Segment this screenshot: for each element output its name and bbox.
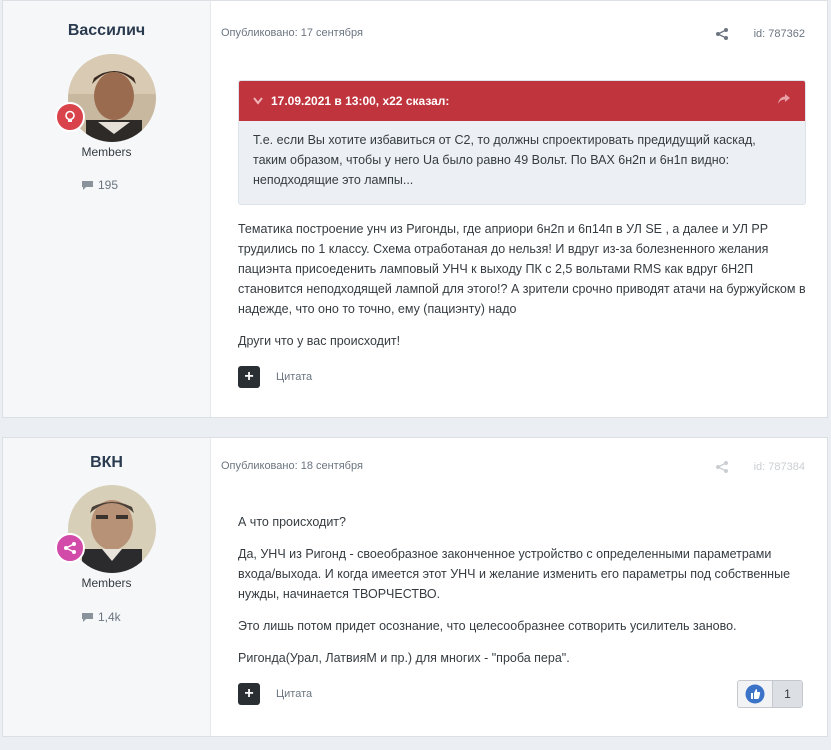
chevron-down-icon[interactable] [253,97,263,105]
comment-icon [82,612,93,622]
post-date[interactable]: Опубликовано: 18 сентября [221,460,363,472]
author-name[interactable]: Вассилич [3,22,210,40]
like-icon[interactable] [738,681,772,707]
post-paragraph: Это лишь потом придет осознание, что цел… [238,619,737,633]
reply-arrow-icon[interactable] [777,93,791,105]
post-count: 195 [81,178,118,192]
post-paragraph: Други что у вас происходит! [238,334,401,348]
forum-post: ВКН Members 1,4k Опубликовано: 18 сентяб… [2,437,828,737]
post-body: А что происходит? Да, УНЧ из Ригонд - св… [238,512,808,680]
quote-header[interactable]: 17.09.2021 в 13:00, x22 сказал: [239,81,805,121]
post-content: Опубликовано: 18 сентября id: 787384 А ч… [212,438,827,736]
lightbulb-icon [55,102,85,132]
post-date[interactable]: Опубликовано: 17 сентября [221,27,363,39]
comment-icon [82,180,93,190]
avatar[interactable] [68,485,156,573]
reaction-button[interactable]: 1 [737,680,803,708]
plus-icon[interactable]: + [238,683,260,705]
plus-icon[interactable]: + [238,366,260,388]
post-content: Опубликовано: 17 сентября id: 787362 17.… [212,1,827,417]
post-paragraph: А что происходит? [238,515,346,529]
post-paragraph: Да, УНЧ из Ригонд - своеобразное законче… [238,547,791,601]
user-group: Members [81,145,132,159]
share-icon[interactable] [715,27,729,41]
forum-post: Вассилич Members 195 Опубликовано: 17 се… [2,0,828,418]
quote-button[interactable]: Цитата [276,371,312,383]
reaction-count: 1 [772,681,802,707]
author-name[interactable]: ВКН [3,454,210,472]
post-count: 1,4k [81,610,121,624]
author-panel: Вассилич Members 195 [3,1,211,417]
post-paragraph: Тематика построение унч из Ригонды, где … [238,222,806,316]
avatar[interactable] [68,54,156,142]
quote-block: 17.09.2021 в 13:00, x22 сказал: Т.е. есл… [238,80,806,205]
post-count-value: 195 [98,178,119,192]
post-id[interactable]: id: 787384 [754,461,805,473]
post-body: Тематика построение унч из Ригонды, где … [238,219,808,363]
quote-attribution: 17.09.2021 в 13:00, x22 сказал: [271,94,450,108]
share-icon[interactable] [715,460,729,474]
quote-button[interactable]: Цитата [276,688,312,700]
post-id[interactable]: id: 787362 [754,28,805,40]
share-network-icon [55,533,85,563]
quote-text: Т.е. если Вы хотите избавиться от С2, то… [253,133,756,187]
author-panel: ВКН Members 1,4k [3,438,211,736]
user-group: Members [81,576,132,590]
post-count-value: 1,4k [98,610,121,624]
post-paragraph: Ригонда(Урал, ЛатвияМ и пр.) для многих … [238,651,570,665]
